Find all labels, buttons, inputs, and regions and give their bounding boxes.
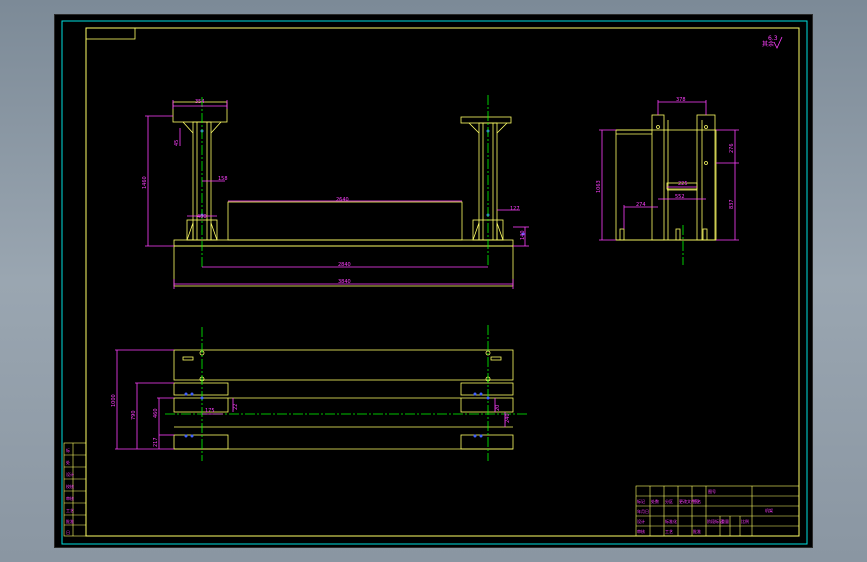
top-view-dims: 1000 790 460 217 175 22 20 240 [111,394,511,447]
svg-text:276: 276 [729,143,735,153]
title-block[interactable]: 图号 机架 标记 处数 分区 更改文件号 签名 年月日 设计 标准化 审核 工艺… [635,485,800,537]
svg-text:158: 158 [218,176,228,182]
drawing-code-box [85,27,136,40]
left-revision-table: 标 处 设计 校核 审核 工艺 批准 日 [63,442,87,537]
svg-text:790: 790 [131,410,137,420]
svg-text:1063: 1063 [596,180,602,193]
svg-text:处: 处 [66,459,70,465]
middle-box [227,201,463,241]
drawing-frame [85,27,800,537]
svg-text:比例: 比例 [741,518,749,524]
svg-text:设计: 设计 [637,518,645,524]
svg-text:140: 140 [520,230,526,240]
svg-text:1460: 1460 [142,176,148,189]
svg-text:签名: 签名 [693,498,701,504]
side-view-dims: 378 276 225 552 274 837 1063 [596,97,735,209]
svg-text:2640: 2640 [336,197,349,203]
svg-text:批准: 批准 [693,528,701,534]
svg-text:处数: 处数 [651,498,659,504]
side-view[interactable] [599,100,739,265]
svg-text:校核: 校核 [66,483,74,489]
svg-text:审核: 审核 [66,495,74,501]
left-top-plate [172,101,228,123]
right-top-plate [460,116,512,124]
svg-text:机架: 机架 [765,507,773,513]
svg-text:年月日: 年月日 [637,508,649,514]
svg-text:工艺: 工艺 [66,508,74,513]
front-view-dims: 354 45 1460 158 400 2640 2840 3840 127 1… [142,99,526,285]
svg-text:45: 45 [174,140,180,146]
svg-text:175: 175 [205,408,215,414]
svg-text:分区: 分区 [665,498,673,504]
svg-text:标记: 标记 [637,498,645,504]
top-view[interactable] [115,325,527,461]
cad-viewport[interactable]: 其余 6.3 354 45 1460 158 400 2640 2840 384… [54,14,813,548]
svg-text:217: 217 [153,437,159,447]
svg-text:378: 378 [676,97,686,103]
svg-text:3840: 3840 [338,279,351,285]
svg-text:批准: 批准 [66,518,74,524]
svg-text:837: 837 [729,199,735,209]
svg-text:225: 225 [678,181,688,187]
svg-text:354: 354 [195,99,205,105]
svg-text:6.3: 6.3 [768,35,778,42]
svg-text:2840: 2840 [338,262,351,268]
roughness-symbol: 其余 6.3 [762,35,783,49]
svg-text:工艺: 工艺 [665,529,673,534]
svg-text:1000: 1000 [111,394,117,407]
svg-text:127: 127 [510,206,520,212]
svg-text:20: 20 [495,405,501,411]
side-body [615,129,717,241]
base-beam [173,239,514,247]
front-view[interactable] [145,95,529,289]
cad-drawing-canvas[interactable]: 其余 6.3 354 45 1460 158 400 2640 2840 384… [55,15,814,549]
top-view-outline [173,349,514,381]
svg-text:重量: 重量 [721,518,729,524]
svg-text:240: 240 [505,413,511,423]
svg-text:460: 460 [153,408,159,418]
svg-text:552: 552 [675,194,685,200]
svg-text:274: 274 [636,202,646,208]
svg-text:设计: 设计 [66,471,74,477]
side-right-column [696,114,716,241]
svg-text:22: 22 [233,404,239,410]
side-left-column [651,114,665,241]
svg-text:日: 日 [66,530,70,535]
svg-text:审核: 审核 [637,528,645,534]
svg-text:标准化: 标准化 [665,518,677,524]
svg-text:标: 标 [66,447,70,453]
svg-text:400: 400 [197,214,207,220]
svg-text:图号: 图号 [708,488,716,494]
